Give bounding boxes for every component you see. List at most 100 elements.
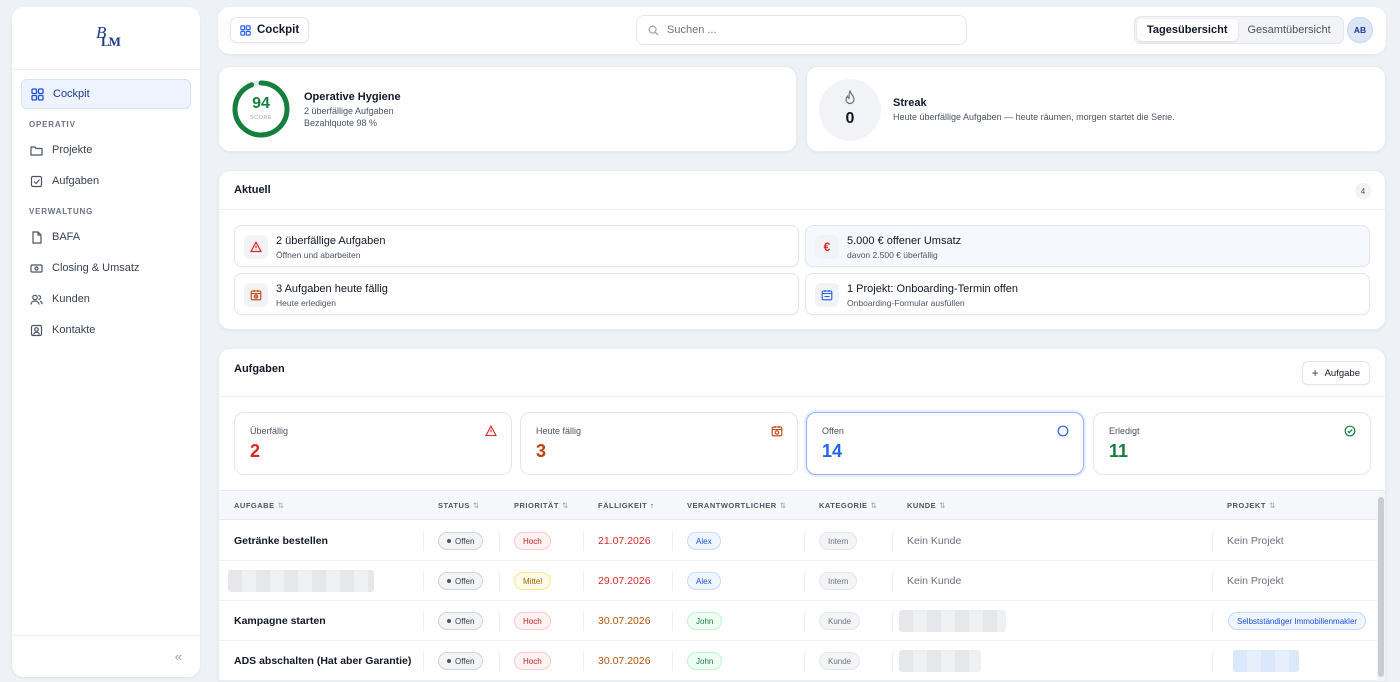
priority-badge[interactable]: Hoch	[514, 652, 551, 670]
tab-gesamtuebersicht[interactable]: Gesamtübersicht	[1238, 19, 1341, 41]
category-badge[interactable]: Intern	[819, 572, 858, 590]
sidebar-item-closing[interactable]: Closing & Umsatz	[21, 253, 191, 283]
sidebar-item-bafa[interactable]: BAFA	[21, 222, 191, 252]
due-date: 21.07.2026	[598, 535, 651, 547]
grid-icon	[30, 87, 44, 101]
column-header-status[interactable]: STATUS ⇅	[438, 501, 480, 510]
owner-badge[interactable]: John	[687, 612, 723, 630]
tab-tagesuebersicht[interactable]: Tagesübersicht	[1137, 19, 1238, 41]
sidebar-item-kunden[interactable]: Kunden	[21, 284, 191, 314]
status-badge[interactable]: Offen	[438, 572, 484, 590]
brand-logo[interactable]: B LM	[12, 7, 200, 70]
alert-title: 3 Aufgaben heute fällig	[276, 283, 388, 295]
plus-icon: +	[1311, 366, 1319, 380]
breadcrumb-label: Cockpit	[257, 24, 300, 36]
customer-cell: Kein Kunde	[907, 535, 962, 547]
task-name[interactable]: Getränke bestellen	[234, 521, 328, 561]
alert-sub: Heute erledigen	[276, 298, 337, 308]
category-badge[interactable]: Kunde	[819, 612, 861, 630]
column-header-verantwortlicher[interactable]: VERANTWORTLICHER ⇅	[687, 501, 786, 510]
alert-open-revenue[interactable]: € 5.000 € offener Umsatz davon 2.500 € ü…	[805, 225, 1370, 267]
alert-title: 5.000 € offener Umsatz	[847, 235, 962, 247]
stat-value: 11	[1109, 441, 1129, 461]
breadcrumb[interactable]: Cockpit	[230, 17, 310, 43]
sidebar-item-label: Kunden	[52, 293, 90, 305]
euro-icon: €	[815, 235, 839, 259]
stat-label: Offen	[822, 426, 844, 436]
sidebar-item-cockpit[interactable]: Cockpit	[21, 79, 191, 109]
calendar-icon	[815, 283, 839, 307]
avatar[interactable]: AB	[1347, 17, 1373, 43]
due-date: 30.07.2026	[598, 655, 651, 667]
score-label: SCORE	[249, 115, 273, 121]
warning-triangle-icon	[485, 425, 497, 437]
sidebar-item-aufgaben[interactable]: Aufgaben	[21, 166, 191, 196]
search-input[interactable]	[667, 24, 947, 36]
status-badge[interactable]: Offen	[438, 532, 484, 550]
task-name[interactable]: ADS abschalten (Hat aber Garantie)	[234, 641, 411, 681]
view-toggle: Tagesübersicht Gesamtübersicht	[1134, 16, 1344, 44]
stat-due-today[interactable]: Heute fällig 3	[520, 412, 798, 475]
grid-icon	[240, 24, 251, 36]
collapse-sidebar-icon[interactable]: «	[175, 649, 182, 664]
aufgaben-card: Aufgaben + Aufgabe Überfällig 2 Heute fä…	[218, 348, 1386, 682]
due-date: 29.07.2026	[598, 575, 651, 587]
scrollbar-thumb[interactable]	[1378, 497, 1384, 677]
table-row[interactable]: Getränke bestellen Offen Hoch 21.07.2026…	[219, 521, 1385, 561]
sidebar-item-label: Cockpit	[53, 88, 90, 100]
add-task-label: Aufgabe	[1324, 367, 1360, 379]
alert-title: 1 Projekt: Onboarding-Termin offen	[847, 283, 1018, 295]
stat-open[interactable]: Offen 14	[806, 412, 1084, 475]
owner-badge[interactable]: Alex	[687, 532, 721, 550]
streak-value: 0	[845, 110, 855, 127]
streak-desc: Heute überfällige Aufgaben — heute räume…	[893, 112, 1175, 122]
warning-triangle-icon	[244, 235, 268, 259]
column-header-faelligkeit[interactable]: FÄLLIGKEIT ↑	[598, 501, 654, 510]
priority-badge[interactable]: Hoch	[514, 612, 551, 630]
stat-label: Heute fällig	[536, 426, 582, 436]
alert-overdue-tasks[interactable]: 2 überfällige Aufgaben Öffnen und abarbe…	[234, 225, 799, 267]
project-cell: Kein Projekt	[1227, 575, 1284, 587]
priority-badge[interactable]: Hoch	[514, 532, 551, 550]
nav-section-verwaltung: VERWALTUNG	[29, 207, 94, 216]
due-date: 30.07.2026	[598, 615, 651, 627]
stat-value: 3	[536, 441, 547, 461]
calendar-clock-icon	[771, 425, 783, 437]
table-row[interactable]: Offen Mittel 29.07.2026 Alex Intern Kein…	[219, 561, 1385, 601]
status-badge[interactable]: Offen	[438, 652, 484, 670]
task-name[interactable]: Kampagne starten	[234, 601, 326, 641]
alert-tasks-due-today[interactable]: 3 Aufgaben heute fällig Heute erledigen	[234, 273, 799, 315]
table-row[interactable]: Kampagne starten Offen Hoch 30.07.2026 J…	[219, 601, 1385, 641]
banknote-icon	[29, 261, 43, 275]
table-row[interactable]: ADS abschalten (Hat aber Garantie) Offen…	[219, 641, 1385, 681]
alert-sub: Öffnen und abarbeiten	[276, 250, 361, 260]
aktuell-count-badge: 4	[1355, 183, 1371, 199]
add-task-button[interactable]: + Aufgabe	[1301, 361, 1370, 385]
owner-badge[interactable]: Alex	[687, 572, 721, 590]
status-badge[interactable]: Offen	[438, 612, 484, 630]
streak-title: Streak	[893, 97, 927, 109]
aufgaben-title: Aufgaben	[234, 363, 285, 375]
sidebar-item-kontakte[interactable]: Kontakte	[21, 315, 191, 345]
sidebar-item-projekte[interactable]: Projekte	[21, 135, 191, 165]
owner-badge[interactable]: John	[687, 652, 723, 670]
redacted-customer	[899, 650, 981, 672]
category-badge[interactable]: Intern	[819, 532, 858, 550]
alert-onboarding[interactable]: 1 Projekt: Onboarding-Termin offen Onboa…	[805, 273, 1370, 315]
column-header-projekt[interactable]: PROJEKT ⇅	[1227, 501, 1276, 510]
column-header-prioritaet[interactable]: PRIORITÄT ⇅	[514, 501, 569, 510]
table-header: AUFGABE ⇅ STATUS ⇅ PRIORITÄT ⇅ FÄLLIGKEIT ↑ …	[219, 490, 1385, 520]
column-header-aufgabe[interactable]: AUFGABE ⇅	[234, 501, 284, 510]
sidebar-item-label: Closing & Umsatz	[52, 262, 140, 274]
column-header-kategorie[interactable]: KATEGORIE ⇅	[819, 501, 877, 510]
stat-overdue[interactable]: Überfällig 2	[234, 412, 512, 475]
category-badge[interactable]: Kunde	[819, 652, 861, 670]
search-box[interactable]	[636, 15, 967, 45]
stat-done[interactable]: Erledigt 11	[1093, 412, 1371, 475]
priority-badge[interactable]: Mittel	[514, 572, 552, 590]
folder-icon	[29, 143, 43, 157]
sidebar-nav: Cockpit OPERATIV Projekte Aufgaben VERWA…	[12, 70, 200, 355]
table-scrollbar[interactable]	[1377, 491, 1385, 681]
project-badge[interactable]: Selbstständiger Immobilienmakler	[1228, 612, 1367, 630]
column-header-kunde[interactable]: KUNDE ⇅	[907, 501, 946, 510]
